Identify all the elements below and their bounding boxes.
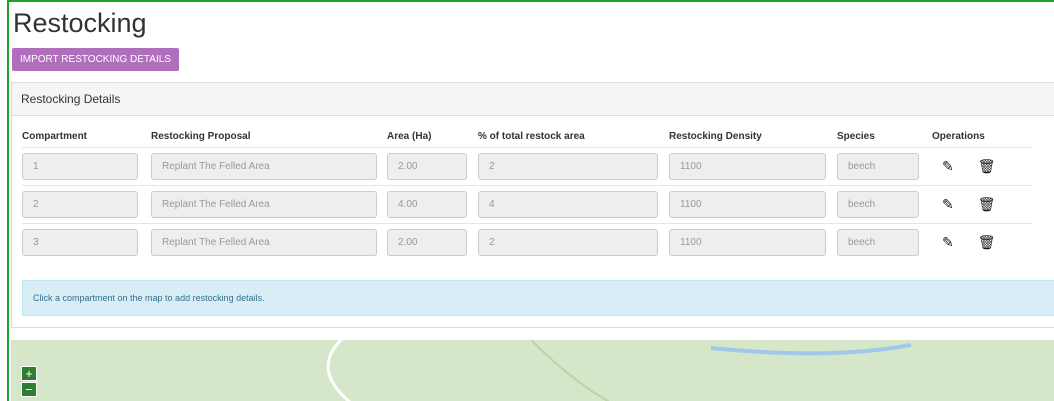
density-field[interactable]: 1100 <box>669 152 826 180</box>
compartment-field[interactable]: 3 <box>22 228 138 256</box>
pencil-icon[interactable]: ✎ <box>942 234 954 251</box>
area-field[interactable]: 2.00 <box>387 228 467 256</box>
pencil-icon[interactable]: ✎ <box>942 158 954 175</box>
zoom-in-button[interactable]: + <box>21 366 37 381</box>
info-message: Click a compartment on the map to add re… <box>22 280 1054 316</box>
col-species: Species <box>837 131 875 143</box>
species-field[interactable]: beech <box>837 228 919 256</box>
map-tiles <box>326 340 912 401</box>
density-field[interactable]: 1100 <box>669 228 826 256</box>
import-restocking-button[interactable]: IMPORT RESTOCKING DETAILS <box>12 48 179 71</box>
trash-icon[interactable]: 🗑 <box>978 196 996 213</box>
page-title: Restocking <box>13 8 147 38</box>
compartment-field[interactable]: 2 <box>22 190 138 218</box>
compartment-field[interactable]: 1 <box>22 152 138 180</box>
zoom-out-button[interactable]: − <box>21 382 37 397</box>
col-percent: % of total restock area <box>478 131 585 143</box>
proposal-field[interactable]: Replant The Felled Area <box>151 152 377 180</box>
area-field[interactable]: 4.00 <box>387 190 467 218</box>
pencil-icon[interactable]: ✎ <box>942 196 954 213</box>
species-field[interactable]: beech <box>837 190 919 218</box>
map[interactable]: + − <box>11 340 1054 401</box>
col-area: Area (Ha) <box>387 131 432 143</box>
table-row: 1 Replant The Felled Area 2.00 2 1100 be… <box>22 147 1032 185</box>
proposal-field[interactable]: Replant The Felled Area <box>151 190 377 218</box>
restocking-table: Compartment Restocking Proposal Area (Ha… <box>22 127 1032 261</box>
table-row: 3 Replant The Felled Area 2.00 2 1100 be… <box>22 223 1032 261</box>
col-operations: Operations <box>932 131 985 143</box>
panel-title: Restocking Details <box>12 83 1054 116</box>
restocking-panel: Restocking Details Compartment Restockin… <box>11 82 1054 328</box>
percent-field[interactable]: 2 <box>478 152 658 180</box>
proposal-field[interactable]: Replant The Felled Area <box>151 228 377 256</box>
trash-icon[interactable]: 🗑 <box>978 234 996 251</box>
percent-field[interactable]: 4 <box>478 190 658 218</box>
percent-field[interactable]: 2 <box>478 228 658 256</box>
col-density: Restocking Density <box>669 131 762 143</box>
trash-icon[interactable]: 🗑 <box>978 158 996 175</box>
restocking-page: Restocking IMPORT RESTOCKING DETAILS Res… <box>7 0 1054 401</box>
species-field[interactable]: beech <box>837 152 919 180</box>
col-compartment: Compartment <box>22 131 88 143</box>
table-row: 2 Replant The Felled Area 4.00 4 1100 be… <box>22 185 1032 223</box>
col-proposal: Restocking Proposal <box>151 131 251 143</box>
density-field[interactable]: 1100 <box>669 190 826 218</box>
area-field[interactable]: 2.00 <box>387 152 467 180</box>
